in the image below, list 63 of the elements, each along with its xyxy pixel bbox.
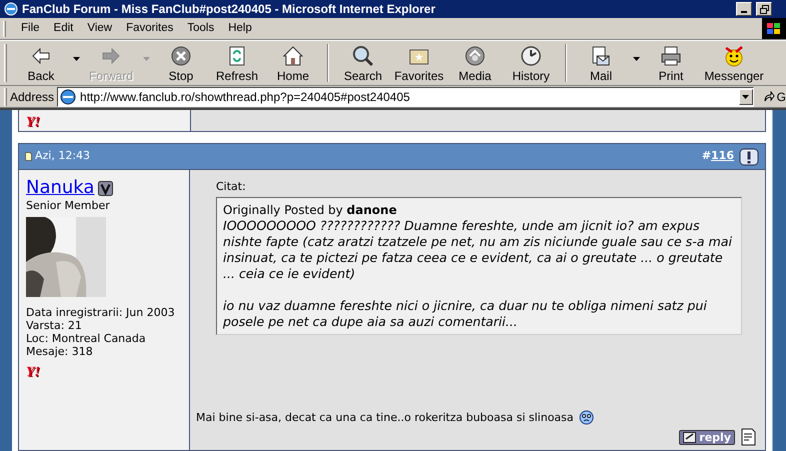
menu-item[interactable]: Favorites <box>119 20 180 38</box>
arrow-icon <box>762 90 775 102</box>
search-icon <box>351 44 375 68</box>
browser-icon <box>4 2 18 16</box>
user-detail: Data inregistrarii: Jun 2003 <box>26 306 176 319</box>
toolbar-button[interactable]: Mail <box>573 42 643 84</box>
username-link[interactable]: Nanuka <box>26 177 94 199</box>
menu-item[interactable]: Edit <box>46 20 80 38</box>
menu-item[interactable]: Tools <box>180 20 222 38</box>
message-text: Mai bine si-asa, decat ca una ca tine..o rokeritza buboasa si slinoasa <box>196 410 574 426</box>
dropdown-button[interactable] <box>738 88 753 104</box>
quote-reply-icon[interactable] <box>741 428 757 446</box>
quote-author: danone <box>346 203 397 217</box>
restore-button[interactable] <box>756 2 772 16</box>
menu-item[interactable]: Help <box>221 20 259 38</box>
toolbar-button[interactable]: Home <box>265 42 321 84</box>
history-icon <box>519 44 543 68</box>
address-field[interactable]: http://www.fanclub.ro/showthread.php?p=240405#post240405 <box>57 86 754 106</box>
toolbar-button[interactable]: Favorites <box>391 42 447 84</box>
post-date: Azi, 12:43 <box>35 148 92 164</box>
toolbar-button[interactable]: Back <box>13 42 83 84</box>
page-icon <box>60 88 76 104</box>
print-icon <box>659 44 683 68</box>
messenger-status-icon[interactable]: Y! <box>26 365 40 380</box>
menu-item[interactable]: View <box>80 20 120 38</box>
checkmark-icon <box>98 180 114 196</box>
reply-button[interactable]: reply <box>679 430 735 444</box>
user-title: Senior Member <box>26 199 111 213</box>
address-label: Address <box>10 88 54 106</box>
toolbar-button[interactable]: Messenger <box>699 42 769 84</box>
toolbar-button[interactable]: Stop <box>153 42 209 84</box>
quote-text: io nu vaz duamne fereshte nici o jicnire, ca duar nu te obliga nimeni satz pui posele pe net ca dupe aia sa auzi comentarii... <box>223 298 708 330</box>
caret-icon[interactable] <box>632 57 640 61</box>
toolbar-button[interactable]: Media <box>447 42 503 84</box>
stop-icon <box>169 44 193 68</box>
report-icon[interactable] <box>739 148 759 166</box>
toolbar-button[interactable]: Print <box>643 42 699 84</box>
toolbar-button[interactable]: Refresh <box>209 42 265 84</box>
go-button[interactable]: G <box>762 88 786 106</box>
menu-item[interactable]: File <box>14 20 47 38</box>
media-icon <box>463 44 487 68</box>
quote-attribution: Originally Posted by <box>223 203 344 217</box>
number-sign: # <box>702 148 712 164</box>
toolbar-button[interactable]: History <box>503 42 559 84</box>
smiley-icon <box>578 410 594 426</box>
user-detail: Varsta: 21 <box>26 319 83 332</box>
messenger-status-icon[interactable]: Y! <box>26 115 40 130</box>
caret-icon[interactable] <box>72 57 80 61</box>
restore-icon <box>760 4 768 14</box>
home-icon <box>281 44 305 68</box>
edit-icon <box>683 432 698 442</box>
quote-label: Citat: <box>216 180 247 194</box>
user-detail: Mesaje: 318 <box>26 345 94 358</box>
toolbar-button[interactable]: Search <box>335 42 391 84</box>
windows-logo-icon <box>762 18 786 39</box>
minimize-icon <box>741 11 747 13</box>
caret-icon <box>742 94 750 98</box>
user-detail: Loc: Montreal Canada <box>26 332 147 345</box>
quote-text: IOOOOOOOOO ???????????? Duamne fereshte, unde am jicnit io? am expus nishte fapte (catz aratzi tzatzele pe net, nu am zis niciunde guale sau ce s-a mai insinuat, ca te pictezi pe fatza ceea ce e evident, ca ai o greutate ... o greutate ... ceia ce ie evident) <box>223 218 733 282</box>
document-icon <box>25 152 32 161</box>
minimize-button[interactable] <box>736 2 752 16</box>
post-link[interactable]: 116 <box>711 148 734 165</box>
window-title: FanClub Forum - Miss FanClub#post240405 - Microsoft Internet Explorer <box>22 3 436 15</box>
